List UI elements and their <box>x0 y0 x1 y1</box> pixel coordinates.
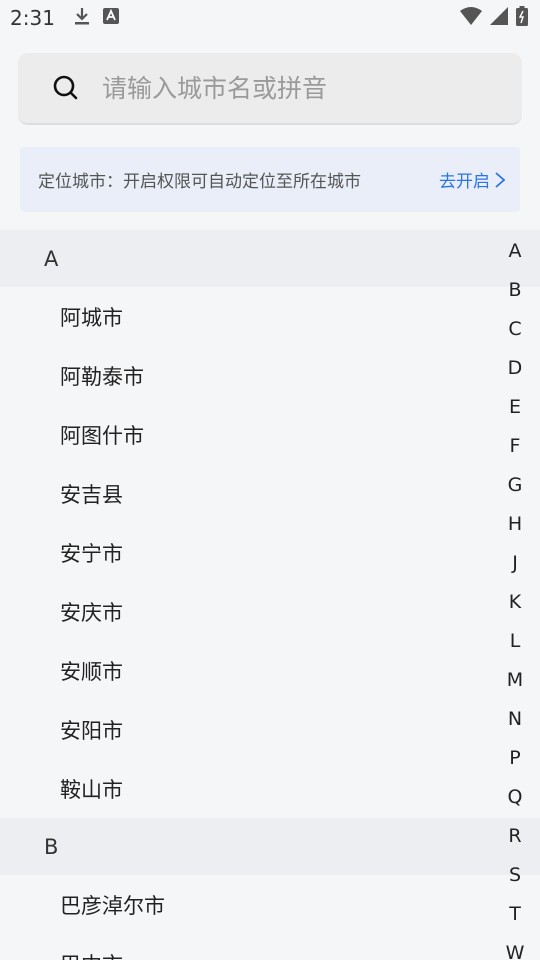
status-time: 2:31 <box>10 6 55 30</box>
city-item[interactable]: 巴彦淖尔市 <box>0 875 540 934</box>
city-item[interactable]: 安庆市 <box>0 582 540 641</box>
index-letter-w[interactable]: W <box>498 934 532 960</box>
search-box[interactable] <box>18 53 522 125</box>
index-letter-p[interactable]: P <box>498 739 532 778</box>
location-permission-text: 定位城市：开启权限可自动定位至所在城市 <box>38 172 361 192</box>
index-letter-e[interactable]: E <box>498 388 532 427</box>
index-letter-j[interactable]: J <box>498 544 532 583</box>
city-item[interactable]: 巴中市 <box>0 934 540 960</box>
location-banner: 定位城市：开启权限可自动定位至所在城市 去开启 <box>20 147 520 212</box>
index-letter-b[interactable]: B <box>498 271 532 310</box>
index-letter-a[interactable]: A <box>498 232 532 271</box>
index-letter-h[interactable]: H <box>498 505 532 544</box>
index-letter-q[interactable]: Q <box>498 778 532 817</box>
download-icon <box>73 6 91 30</box>
app-notification-icon <box>102 8 119 28</box>
index-letter-d[interactable]: D <box>498 349 532 388</box>
index-letter-s[interactable]: S <box>498 856 532 895</box>
status-icons <box>460 6 528 30</box>
city-item[interactable]: 阿勒泰市 <box>0 346 540 405</box>
index-letter-k[interactable]: K <box>498 583 532 622</box>
section-header-a: A <box>0 230 540 287</box>
index-letter-r[interactable]: R <box>498 817 532 856</box>
section-header-b: B <box>0 818 540 875</box>
battery-icon <box>516 6 528 30</box>
index-letter-c[interactable]: C <box>498 310 532 349</box>
index-letter-n[interactable]: N <box>498 700 532 739</box>
status-bar: 2:31 <box>0 0 540 36</box>
index-letter-f[interactable]: F <box>498 427 532 466</box>
city-item[interactable]: 鞍山市 <box>0 759 540 818</box>
city-item[interactable]: 安吉县 <box>0 464 540 523</box>
city-item[interactable]: 安阳市 <box>0 700 540 759</box>
enable-location-button[interactable]: 去开启 <box>439 167 506 192</box>
index-letter-m[interactable]: M <box>498 661 532 700</box>
wifi-icon <box>460 7 482 29</box>
city-item[interactable]: 安顺市 <box>0 641 540 700</box>
city-item[interactable]: 安宁市 <box>0 523 540 582</box>
index-letter-g[interactable]: G <box>498 466 532 505</box>
search-icon <box>53 75 78 100</box>
city-item[interactable]: 阿城市 <box>0 287 540 346</box>
chevron-right-icon <box>495 171 506 188</box>
index-letter-t[interactable]: T <box>498 895 532 934</box>
city-list[interactable]: A 阿城市 阿勒泰市 阿图什市 安吉县 安宁市 安庆市 安顺市 安阳市 鞍山市 … <box>0 230 540 960</box>
search-input[interactable] <box>102 73 482 103</box>
enable-location-label: 去开启 <box>439 172 490 192</box>
alphabet-index-bar[interactable]: A B C D E F G H J K L M N P Q R S T W <box>498 232 532 960</box>
index-letter-l[interactable]: L <box>498 622 532 661</box>
city-item[interactable]: 阿图什市 <box>0 405 540 464</box>
cell-signal-icon <box>490 7 508 29</box>
